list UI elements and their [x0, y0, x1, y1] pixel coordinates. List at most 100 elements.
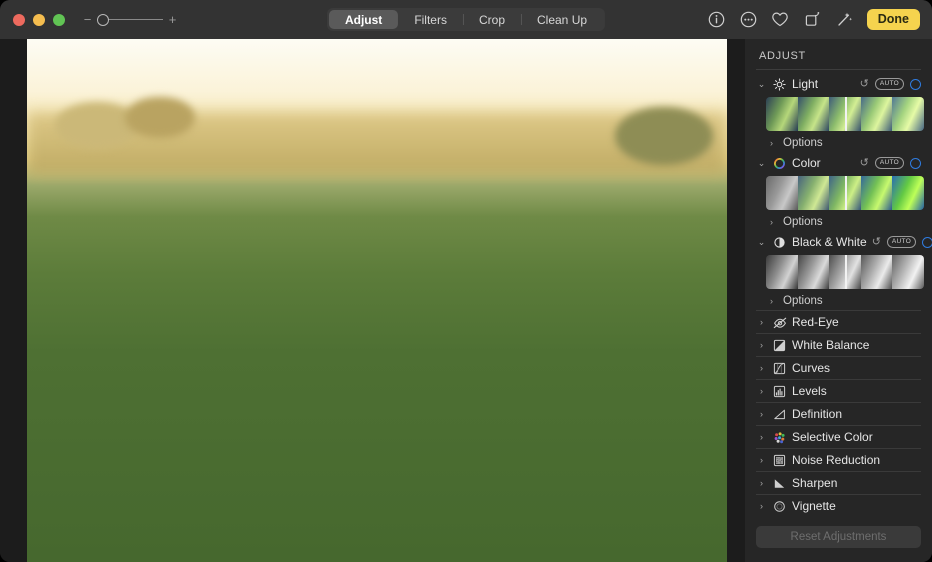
photos-edit-window: − + Adjust Filters Crop Clean Up	[0, 0, 932, 562]
close-button[interactable]	[13, 14, 25, 26]
auto-badge[interactable]: AUTO	[875, 157, 904, 169]
reset-section-icon[interactable]: ↺	[860, 158, 869, 169]
chevron-right-icon[interactable]: ›	[756, 501, 767, 511]
maximize-button[interactable]	[53, 14, 65, 26]
reset-section-icon[interactable]: ↺	[872, 237, 881, 248]
tab-filters[interactable]: Filters	[398, 10, 463, 29]
info-icon[interactable]	[707, 10, 726, 29]
options-label: Options	[783, 137, 823, 149]
zoom-slider-line	[103, 19, 163, 20]
color-wheel-icon	[772, 157, 787, 170]
section-red-eye[interactable]: › Red-Eye	[756, 310, 921, 333]
red-eye-icon	[772, 316, 787, 329]
zoom-out-icon[interactable]: −	[83, 13, 92, 26]
zoom-in-icon[interactable]: +	[168, 13, 177, 26]
section-controls: ↺ AUTO	[860, 78, 921, 90]
section-definition[interactable]: › Definition	[756, 402, 921, 425]
chevron-right-icon[interactable]: ›	[766, 296, 777, 306]
section-controls: ↺ AUTO	[860, 157, 921, 169]
done-button[interactable]: Done	[867, 9, 920, 31]
toolbar: − + Adjust Filters Crop Clean Up	[0, 0, 932, 39]
chevron-right-icon[interactable]: ›	[756, 409, 767, 419]
strip-selection-marker	[845, 176, 847, 210]
section-white-balance[interactable]: › White Balance	[756, 333, 921, 356]
chevron-right-icon[interactable]: ›	[756, 363, 767, 373]
black-white-preview-strip[interactable]	[766, 255, 924, 289]
options-label: Options	[783, 295, 823, 307]
section-label: Curves	[792, 361, 921, 375]
zoom-slider-track[interactable]	[97, 14, 163, 26]
tab-clean-up[interactable]: Clean Up	[521, 10, 603, 29]
section-label: Noise Reduction	[792, 453, 921, 467]
noise-reduction-icon	[772, 454, 787, 467]
photo-canvas[interactable]	[0, 39, 745, 562]
section-vignette[interactable]: › Vignette	[756, 494, 921, 517]
brightness-sun-icon	[772, 78, 787, 91]
section-selective-color[interactable]: › Selective Color	[756, 425, 921, 448]
color-preview-strip[interactable]	[766, 176, 924, 210]
levels-icon	[772, 385, 787, 398]
adjust-sidebar: ADJUST ⌄ Light ↺ AUTO	[745, 39, 932, 562]
panel-divider	[756, 69, 921, 70]
light-preview-strip[interactable]	[766, 97, 924, 131]
curves-icon	[772, 362, 787, 375]
photo-tree-right	[615, 107, 713, 165]
section-sharpen[interactable]: › Sharpen	[756, 471, 921, 494]
chevron-right-icon[interactable]: ›	[766, 217, 777, 227]
more-options-icon[interactable]	[739, 10, 758, 29]
chevron-right-icon[interactable]: ›	[756, 478, 767, 488]
section-curves[interactable]: › Curves	[756, 356, 921, 379]
chevron-right-icon[interactable]: ›	[756, 386, 767, 396]
section-toggle[interactable]	[910, 158, 921, 169]
section-label: White Balance	[792, 338, 921, 352]
section-toggle[interactable]	[910, 79, 921, 90]
reset-adjustments-button[interactable]: Reset Adjustments	[756, 526, 921, 548]
photo-tree-left	[55, 102, 139, 149]
section-label: Definition	[792, 407, 921, 421]
black-white-options-row[interactable]: › Options	[756, 291, 921, 310]
chevron-right-icon[interactable]: ›	[756, 455, 767, 465]
section-label: Vignette	[792, 499, 921, 513]
auto-enhance-icon[interactable]	[835, 10, 854, 29]
section-label: Selective Color	[792, 430, 921, 444]
white-balance-icon	[772, 339, 787, 352]
chevron-right-icon[interactable]: ›	[766, 138, 777, 148]
photo-tree-mid	[125, 97, 195, 139]
window-controls	[0, 14, 65, 26]
zoom-slider-control[interactable]: − +	[83, 13, 177, 26]
chevron-right-icon[interactable]: ›	[756, 317, 767, 327]
minimize-button[interactable]	[33, 14, 45, 26]
section-noise-reduction[interactable]: › Noise Reduction	[756, 448, 921, 471]
edit-mode-tabs: Adjust Filters Crop Clean Up	[327, 8, 605, 31]
section-label: Red-Eye	[792, 315, 921, 329]
chevron-right-icon[interactable]: ›	[756, 340, 767, 350]
section-toggle[interactable]	[922, 237, 932, 248]
chevron-right-icon[interactable]: ›	[756, 432, 767, 442]
auto-badge[interactable]: AUTO	[875, 78, 904, 90]
vignette-icon	[772, 500, 787, 513]
section-black-and-white[interactable]: ⌄ Black & White ↺ AUTO	[756, 231, 921, 253]
tab-crop[interactable]: Crop	[463, 10, 521, 29]
reset-section-icon[interactable]: ↺	[860, 79, 869, 90]
selective-color-icon	[772, 431, 787, 444]
chevron-down-icon[interactable]: ⌄	[756, 79, 767, 90]
section-controls: ↺ AUTO	[872, 236, 932, 248]
section-levels[interactable]: › Levels	[756, 379, 921, 402]
section-color[interactable]: ⌄ Color ↺ AUTO	[756, 152, 921, 174]
auto-badge[interactable]: AUTO	[887, 236, 916, 248]
sharpen-icon	[772, 477, 787, 490]
strip-selection-marker	[845, 97, 847, 131]
chevron-down-icon[interactable]: ⌄	[756, 158, 767, 169]
section-light[interactable]: ⌄ Light ↺ AUTO	[756, 73, 921, 95]
light-options-row[interactable]: › Options	[756, 133, 921, 152]
color-options-row[interactable]: › Options	[756, 212, 921, 231]
panel-title: ADJUST	[756, 39, 921, 69]
edited-photo[interactable]	[27, 39, 727, 562]
zoom-slider-knob[interactable]	[97, 14, 109, 26]
favorite-heart-icon[interactable]	[771, 10, 790, 29]
chevron-down-icon[interactable]: ⌄	[756, 237, 767, 248]
rotate-icon[interactable]	[803, 10, 822, 29]
tab-adjust[interactable]: Adjust	[329, 10, 398, 29]
toolbar-actions: Done	[707, 9, 932, 31]
section-label: Levels	[792, 384, 921, 398]
